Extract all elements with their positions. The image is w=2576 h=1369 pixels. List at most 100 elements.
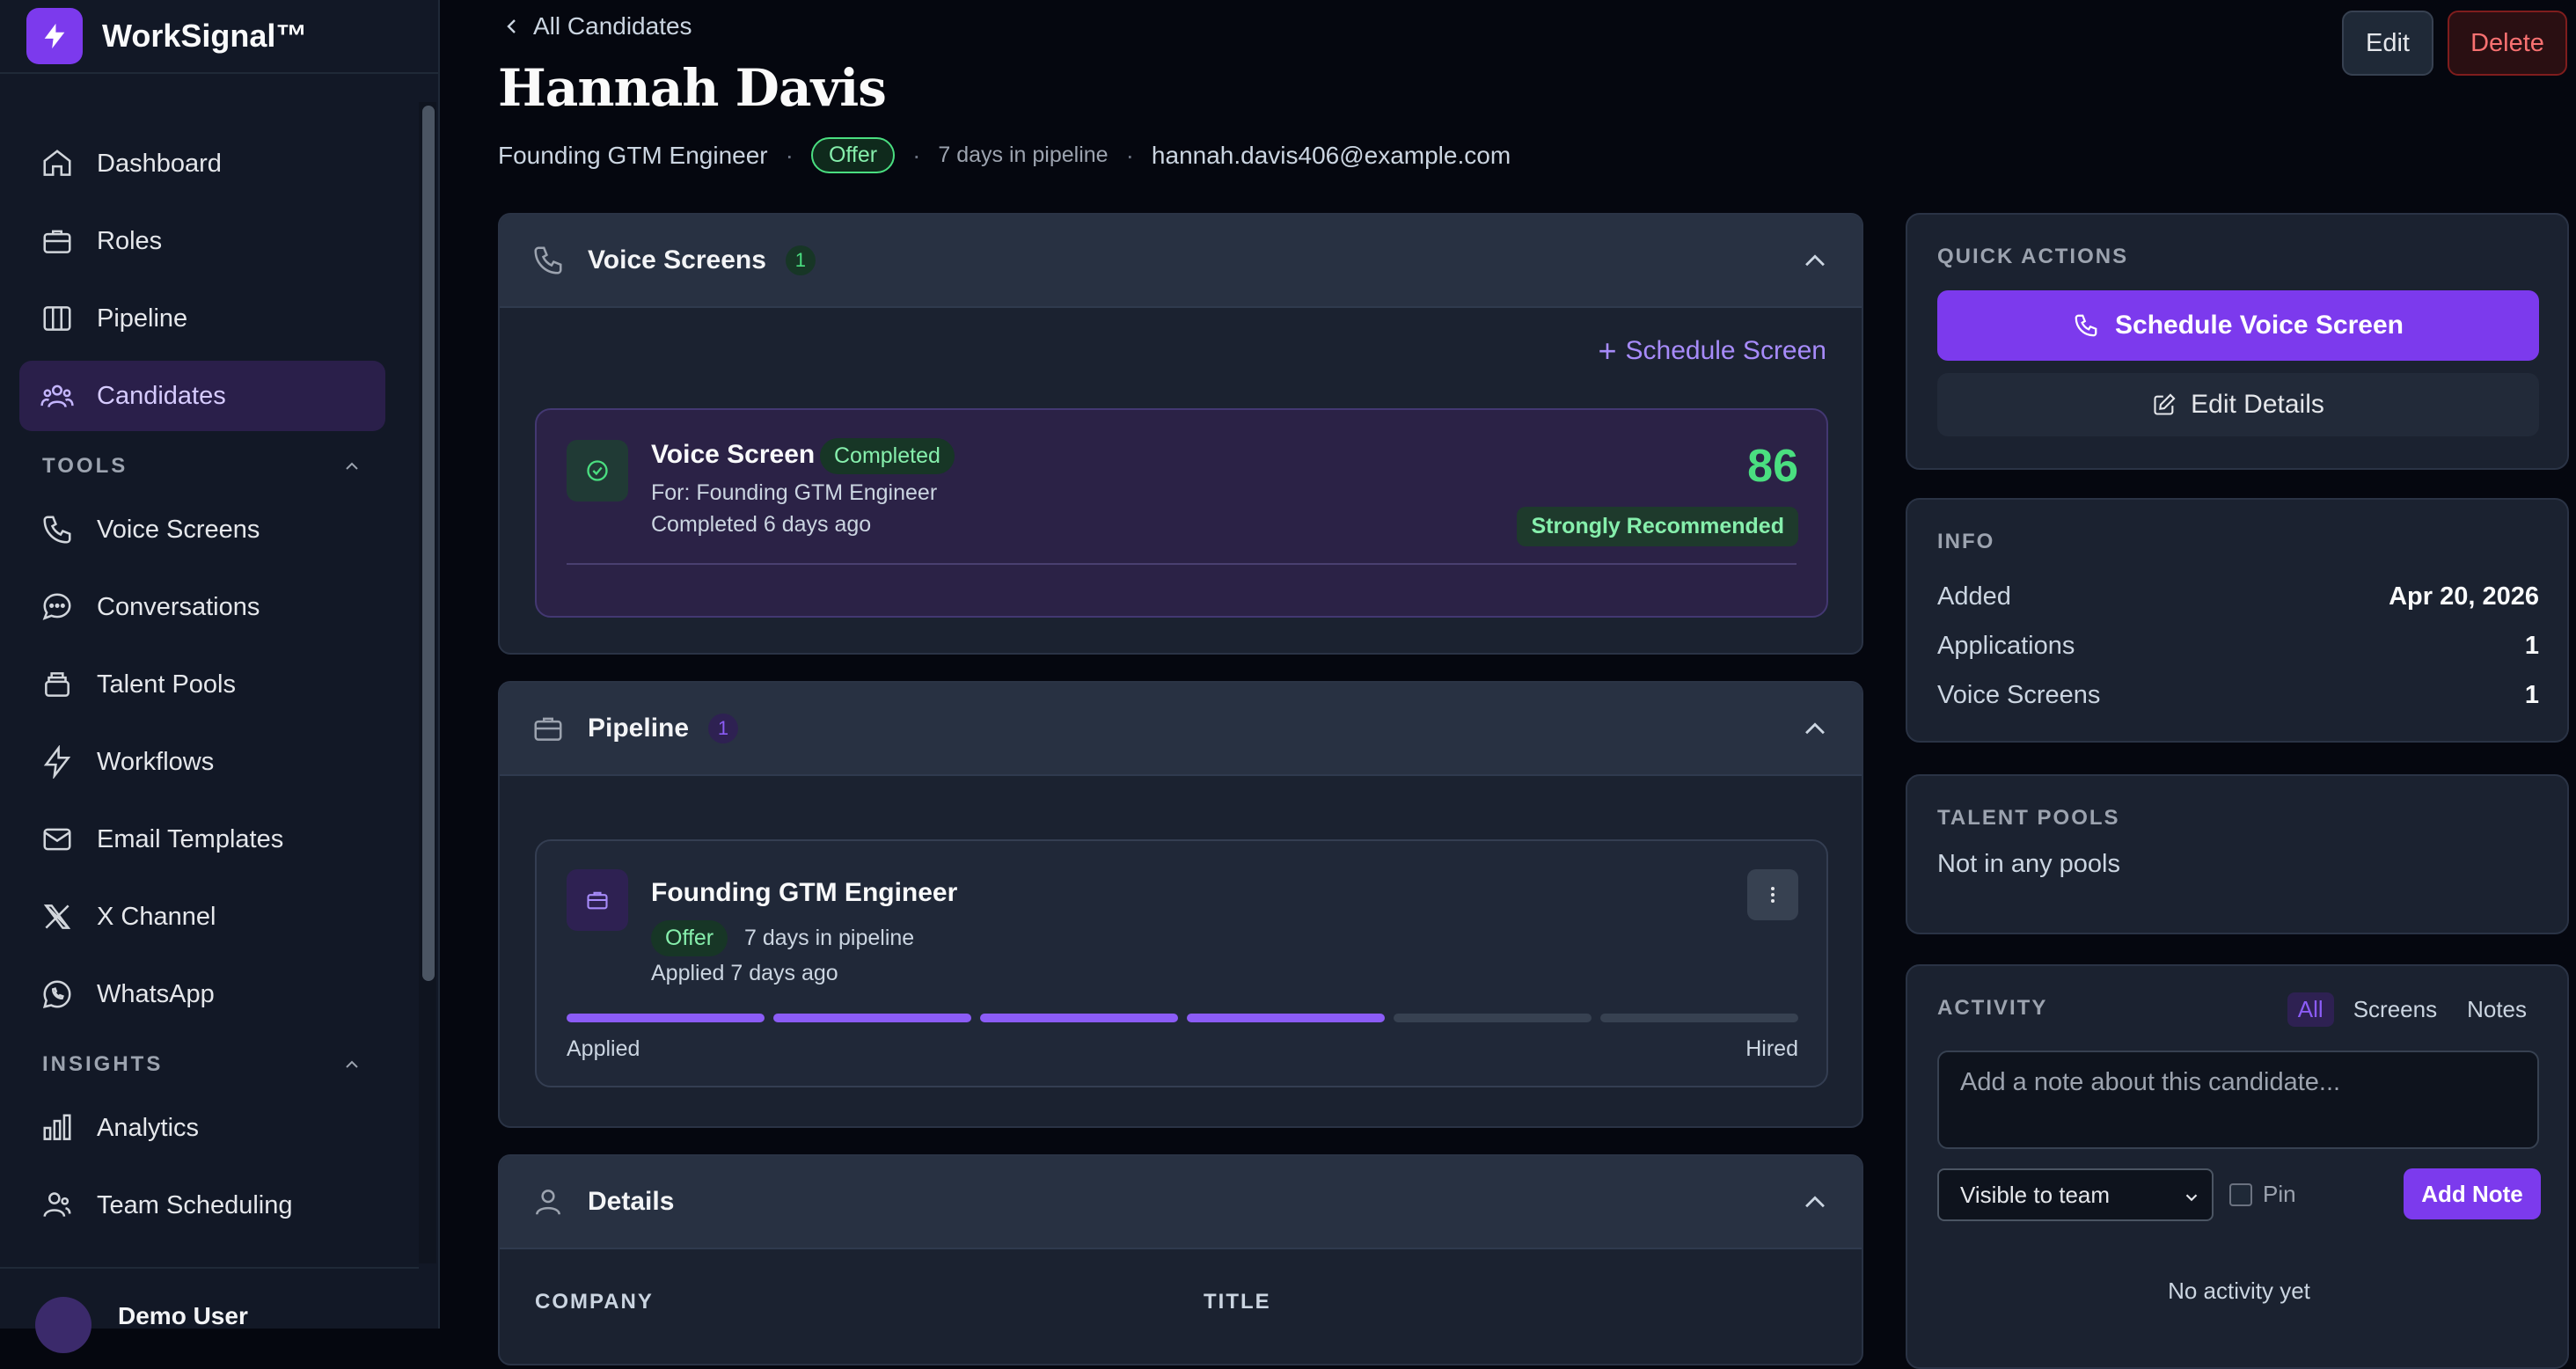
chevron-up-icon[interactable] [1800, 1188, 1830, 1218]
sidebar-item-workflows[interactable]: Workflows [19, 727, 385, 797]
talent-pools-panel: TALENT POOLS Not in any pools [1906, 774, 2569, 934]
sidebar-item-whatsapp[interactable]: WhatsApp [19, 959, 385, 1029]
pipeline-days: 7 days in pipeline [938, 143, 1109, 167]
status-badge: Completed [820, 438, 955, 474]
sidebar-scrollbar-thumb[interactable] [422, 106, 435, 981]
insights-section-header[interactable]: INSIGHTS [19, 1036, 385, 1093]
sidebar-item-label: Analytics [97, 1113, 200, 1142]
progress-start-label: Applied [567, 1036, 640, 1061]
stage-badge: Offer [810, 137, 896, 173]
pipeline-header[interactable]: Pipeline 1 [500, 683, 1862, 776]
sidebar-item-label: Team Scheduling [97, 1190, 293, 1219]
team-icon [43, 1192, 71, 1218]
sidebar-item-label: Pipeline [97, 304, 188, 333]
tools-section-header[interactable]: TOOLS [19, 438, 385, 494]
sidebar-item-talent-pools[interactable]: Talent Pools [19, 649, 385, 720]
tab-notes[interactable]: Notes [2456, 992, 2537, 1027]
sidebar-item-conversations[interactable]: Conversations [19, 572, 385, 642]
sidebar-item-team-scheduling[interactable]: Team Scheduling [19, 1170, 385, 1241]
schedule-label: Schedule Screen [1625, 336, 1827, 365]
pipeline-item[interactable]: Founding GTM Engineer Offer 7 days in pi… [535, 839, 1828, 1087]
chevron-up-icon[interactable] [1800, 714, 1830, 744]
section-label: TOOLS [42, 454, 128, 478]
sidebar-item-candidates[interactable]: Candidates [19, 361, 385, 431]
select-value: Visible to team [1960, 1181, 2111, 1208]
section-label: INSIGHTS [42, 1052, 164, 1076]
user-menu[interactable]: Demo User [0, 1267, 419, 1353]
schedule-screen-button[interactable]: + Schedule Screen [1598, 333, 1826, 370]
sidebar-item-dashboard[interactable]: Dashboard [19, 128, 385, 199]
progress-segment [1394, 1014, 1592, 1022]
chevron-left-icon [507, 19, 516, 33]
info-key: Applications [1937, 632, 2075, 660]
activity-panel: ACTIVITY All Screens Notes Add a note ab… [1906, 964, 2569, 1369]
pin-checkbox[interactable] [2229, 1182, 2252, 1206]
brand[interactable]: WorkSignal™ [0, 0, 438, 74]
visibility-select[interactable]: Visible to team [1937, 1168, 2214, 1221]
candidate-meta: Founding GTM Engineer · Offer · 7 days i… [498, 137, 1511, 173]
panel-label: INFO [1937, 530, 1995, 553]
sidebar-item-pipeline[interactable]: Pipeline [19, 283, 385, 354]
sidebar-nav: Dashboard Roles Pipeline Candidates TOOL… [19, 128, 385, 1248]
company-label: COMPANY [535, 1290, 654, 1314]
sidebar-item-label: Talent Pools [97, 670, 236, 699]
edit-details-button[interactable]: Edit Details [1937, 373, 2539, 436]
progress-segment [1600, 1014, 1798, 1022]
tab-all[interactable]: All [2287, 992, 2334, 1027]
sidebar-item-x-channel[interactable]: X Channel [19, 882, 385, 952]
pin-toggle[interactable]: Pin [2229, 1181, 2296, 1208]
tab-screens[interactable]: Screens [2343, 992, 2448, 1027]
info-row-voice-screens: Voice Screens 1 [1937, 681, 2539, 710]
sidebar-item-analytics[interactable]: Analytics [19, 1093, 385, 1163]
panel-label: ACTIVITY [1937, 996, 2048, 1020]
more-options-button[interactable] [1747, 869, 1798, 920]
page-title: Hannah Davis [498, 58, 887, 118]
chevron-up-icon[interactable] [1800, 246, 1830, 276]
back-to-candidates-link[interactable]: All Candidates [501, 12, 692, 40]
pin-label: Pin [2263, 1181, 2296, 1207]
delete-button[interactable]: Delete [2448, 11, 2567, 76]
voice-screens-header[interactable]: Voice Screens 1 [500, 215, 1862, 308]
progress-segment [980, 1014, 1178, 1022]
info-key: Voice Screens [1937, 681, 2101, 709]
card-title: Details [588, 1187, 675, 1216]
sidebar-item-email-templates[interactable]: Email Templates [19, 804, 385, 875]
chevron-up-icon [346, 1060, 358, 1068]
stage-progress [567, 1014, 1798, 1022]
info-value: 1 [2524, 632, 2539, 660]
users-icon [40, 384, 74, 408]
info-value: 1 [2524, 681, 2539, 709]
count-badge: 1 [785, 245, 816, 275]
sidebar-item-label: Roles [97, 226, 163, 255]
note-input[interactable]: Add a note about this candidate... [1937, 1051, 2539, 1149]
count-badge: 1 [708, 714, 739, 743]
stage-badge: Offer [651, 920, 728, 956]
pipeline-card: Pipeline 1 Founding GTM Engineer Offer 7… [498, 681, 1863, 1128]
user-icon [536, 1190, 560, 1215]
mail-icon [43, 828, 71, 851]
details-header[interactable]: Details [500, 1156, 1862, 1249]
candidate-email[interactable]: hannah.davis406@example.com [1152, 142, 1511, 170]
sidebar-item-voice-screens[interactable]: Voice Screens [19, 494, 385, 565]
add-note-button[interactable]: Add Note [2404, 1168, 2541, 1219]
sidebar-item-label: WhatsApp [97, 979, 215, 1008]
sidebar-item-roles[interactable]: Roles [19, 206, 385, 276]
panel-label: QUICK ACTIONS [1937, 245, 2129, 268]
edit-button[interactable]: Edit [2342, 11, 2433, 76]
phone-icon [43, 516, 71, 544]
chat-icon [42, 593, 71, 620]
pipeline-days: 7 days in pipeline [744, 926, 915, 950]
separator: · [1125, 141, 1134, 169]
voice-screen-time: Completed 6 days ago [651, 512, 872, 537]
chevron-down-icon [2185, 1194, 2198, 1202]
title-label: TITLE [1204, 1290, 1271, 1314]
applied-time: Applied 7 days ago [651, 961, 838, 985]
separator: · [912, 141, 921, 169]
schedule-voice-screen-button[interactable]: Schedule Voice Screen [1937, 290, 2539, 361]
button-label: Edit Details [2191, 390, 2324, 419]
user-name: Demo User [118, 1302, 248, 1329]
voice-screen-item[interactable]: Voice Screen Completed For: Founding GTM… [535, 408, 1828, 618]
kebab-icon [1771, 887, 1775, 903]
quick-actions-panel: QUICK ACTIONS Schedule Voice Screen Edit… [1906, 213, 2569, 470]
chevron-up-icon [346, 462, 358, 470]
